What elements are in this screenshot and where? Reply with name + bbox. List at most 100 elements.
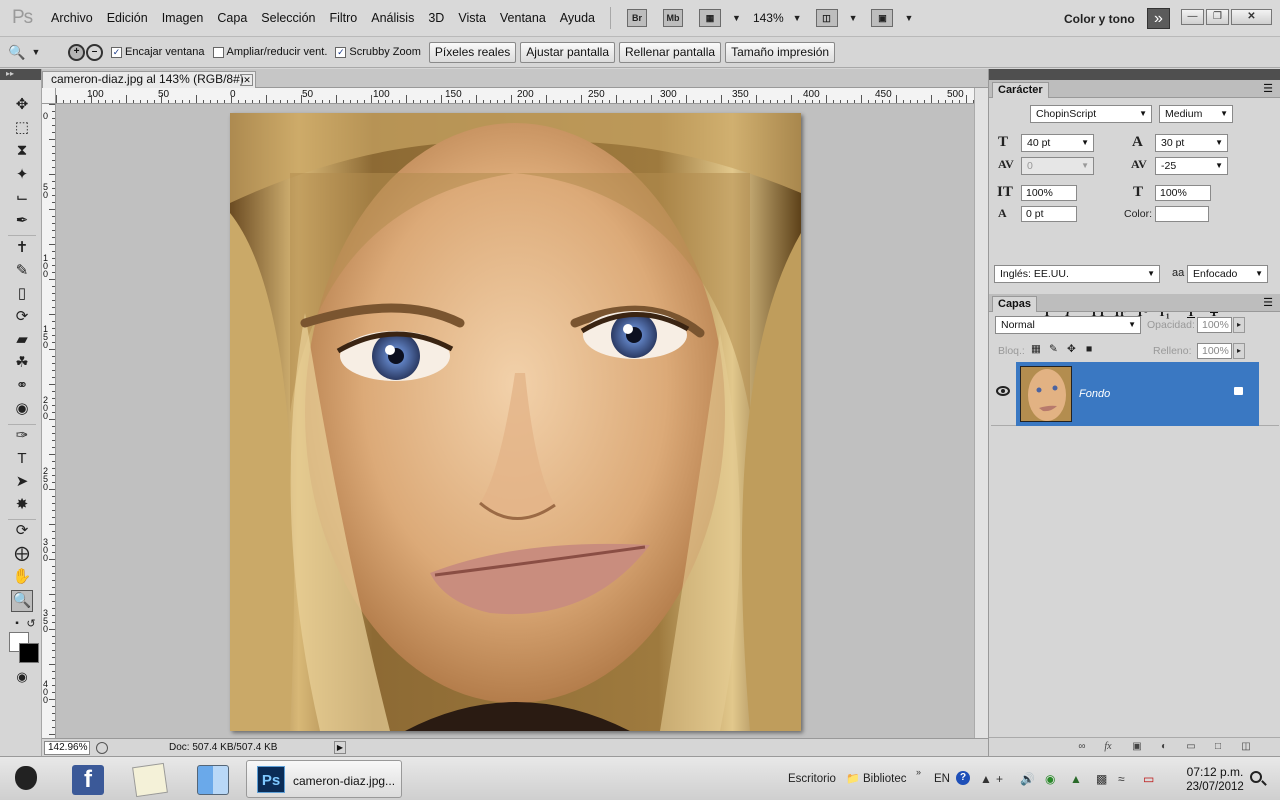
sponge-tool-icon[interactable]: ◉ <box>11 399 33 421</box>
healing-brush-tool-icon[interactable]: ✝ <box>11 238 33 260</box>
minimize-button[interactable]: — <box>1181 9 1204 25</box>
font-size-dropdown[interactable]: 40 pt ▼ <box>1021 134 1094 152</box>
zoom-field[interactable]: 142.96% <box>44 741 90 755</box>
fill-screen-button[interactable]: Rellenar pantalla <box>619 41 722 63</box>
chevron-right-icon[interactable]: ▸ <box>1233 343 1245 359</box>
checkbox-checked[interactable]: ✓ <box>111 46 122 58</box>
panel-menu-icon[interactable]: ☰ <box>1263 296 1273 309</box>
document-tab[interactable]: cameron-diaz.jpg al 143% (RGB/8#) ✕ <box>42 71 256 88</box>
add-mask-icon[interactable]: ▣ <box>1130 741 1144 753</box>
close-button[interactable]: ✕ <box>1231 9 1272 25</box>
apple-start-icon[interactable] <box>15 766 37 790</box>
chevron-down-icon[interactable]: ▼ <box>732 13 741 23</box>
volume-icon[interactable]: 🔊 <box>1020 772 1035 786</box>
zoom-tool-icon[interactable]: 🔍 <box>11 590 33 612</box>
lock-image-icon[interactable]: ✎ <box>1049 343 1058 355</box>
font-family-dropdown[interactable]: ChopinScript ▼ <box>1030 105 1152 123</box>
lasso-tool-icon[interactable]: ⧗ <box>11 141 33 163</box>
clone-stamp-tool-icon[interactable]: ▯ <box>11 284 33 306</box>
photo-portrait[interactable] <box>230 113 801 731</box>
quick-mask-icon[interactable]: ◉ <box>11 667 33 689</box>
menu-analisis[interactable]: Análisis <box>364 11 421 25</box>
scrubby-zoom-option[interactable]: ✓ Scrubby Zoom <box>335 46 421 58</box>
fit-screen-button[interactable]: Ajustar pantalla <box>520 41 615 63</box>
adjustment-layer-icon[interactable]: ◐ <box>1157 741 1171 753</box>
baseline-shift-field[interactable]: 0 pt <box>1021 206 1077 222</box>
vertical-ruler[interactable]: 05 01 0 01 5 02 0 02 5 03 0 03 5 04 0 0 <box>42 104 56 738</box>
menu-vista[interactable]: Vista <box>451 11 493 25</box>
paint-bucket-tool-icon[interactable]: ☘ <box>11 353 33 375</box>
horizontal-ruler[interactable]: 100 50 0 50 100 150 200 250 300 350 400 450 500 <box>56 88 974 104</box>
menu-seleccion[interactable]: Selección <box>254 11 322 25</box>
zoom-out-icon[interactable]: – <box>86 43 103 61</box>
hand-tool-icon[interactable]: ✋ <box>11 567 33 589</box>
lock-position-icon[interactable]: ✥ <box>1067 343 1076 355</box>
tray-plus-icon[interactable]: + <box>996 772 1003 786</box>
layer-selected-highlight[interactable]: Fondo <box>1016 362 1259 426</box>
ruler-origin[interactable] <box>42 88 56 104</box>
notes-app-icon[interactable] <box>132 762 168 798</box>
desktop-toolbar-label[interactable]: Escritorio <box>788 773 836 785</box>
fit-window-option[interactable]: ✓ Encajar ventana <box>111 46 205 58</box>
network-icon[interactable]: ▩ <box>1096 772 1107 786</box>
crop-tool-icon[interactable]: ⌙ <box>11 188 33 210</box>
type-tool-icon[interactable]: T <box>11 449 33 471</box>
eraser-tool-icon[interactable]: ▰ <box>11 330 33 352</box>
3d-orbit-tool-icon[interactable]: ⨁ <box>11 544 33 566</box>
panel-menu-icon[interactable]: ☰ <box>1263 82 1273 95</box>
resize-windows-option[interactable]: Ampliar/reducir vent. <box>212 46 327 58</box>
dodge-tool-icon[interactable]: ⚭ <box>11 376 33 398</box>
power-icon[interactable]: ▭ <box>1143 772 1154 786</box>
layer-row[interactable]: Fondo <box>991 362 1279 426</box>
checkbox-checked[interactable]: ✓ <box>335 46 347 58</box>
restore-button[interactable]: ❐ <box>1206 9 1229 25</box>
menu-ventana[interactable]: Ventana <box>493 11 553 25</box>
system-clock[interactable]: 07:12 p.m. 23/07/2012 <box>1172 765 1258 795</box>
menu-filtro[interactable]: Filtro <box>322 11 364 25</box>
opacity-field[interactable]: 100% <box>1197 317 1232 333</box>
language-dropdown[interactable]: Inglés: EE.UU. ▼ <box>994 265 1160 283</box>
menu-edicion[interactable]: Edición <box>100 11 155 25</box>
workspace-name[interactable]: Color y tono <box>1064 12 1135 26</box>
help-icon[interactable]: ? <box>956 771 970 785</box>
leading-dropdown[interactable]: 30 pt ▼ <box>1155 134 1228 152</box>
close-icon[interactable]: ✕ <box>241 74 253 86</box>
kerning-dropdown[interactable]: 0 ▼ <box>1021 157 1094 175</box>
background-color-swatch[interactable] <box>19 643 39 663</box>
language-indicator[interactable]: EN <box>934 773 950 785</box>
quick-selection-tool-icon[interactable]: ✦ <box>11 165 33 187</box>
chevron-right-icon[interactable]: ▸ <box>1233 317 1245 333</box>
search-icon[interactable] <box>1250 771 1262 783</box>
status-info-icon[interactable] <box>96 742 108 754</box>
eyedropper-tool-icon[interactable]: ✒ <box>11 211 33 233</box>
screen-mode-icon[interactable]: ▣ <box>871 9 894 27</box>
chevron-down-icon[interactable]: ▼ <box>793 13 802 23</box>
taskbar-photoshop-button[interactable]: Ps cameron-diaz.jpg... <box>246 760 402 798</box>
menu-ayuda[interactable]: Ayuda <box>553 11 602 25</box>
zoom-level[interactable]: 143% <box>753 11 784 25</box>
tab-capas[interactable]: Capas <box>992 296 1038 312</box>
antialias-dropdown[interactable]: Enfocado ▼ <box>1187 265 1268 283</box>
marquee-tool-icon[interactable]: ⬚ <box>11 118 33 140</box>
bridge-button[interactable]: Br <box>627 9 648 27</box>
link-layers-icon[interactable]: ∞ <box>1075 741 1089 753</box>
chevron-down-icon[interactable]: ▼ <box>904 13 913 23</box>
3d-rotate-tool-icon[interactable]: ⟳ <box>11 521 33 543</box>
tab-caracter[interactable]: Carácter <box>992 82 1049 98</box>
chevron-down-icon[interactable]: ▼ <box>849 13 858 23</box>
dock-collapse-strip[interactable] <box>989 69 1280 80</box>
chevron-right-icon[interactable]: ▶ <box>334 741 346 754</box>
tracking-dropdown[interactable]: -25 ▼ <box>1155 157 1228 175</box>
shield-icon[interactable]: ▲ <box>1070 772 1082 786</box>
document-canvas[interactable] <box>56 104 974 738</box>
toolbar-overflow-icon[interactable]: » <box>916 767 921 777</box>
menu-capa[interactable]: Capa <box>210 11 254 25</box>
new-group-icon[interactable]: ▭ <box>1184 741 1198 753</box>
arrange-documents-icon[interactable]: ◫ <box>815 9 838 27</box>
fill-field[interactable]: 100% <box>1197 343 1232 359</box>
mini-bridge-button[interactable]: Mb <box>663 9 684 27</box>
text-color-swatch[interactable] <box>1155 206 1209 222</box>
security-icon[interactable]: ◉ <box>1045 772 1055 786</box>
vertical-scale-field[interactable]: 100% <box>1021 185 1077 201</box>
finder-icon[interactable] <box>197 765 229 795</box>
